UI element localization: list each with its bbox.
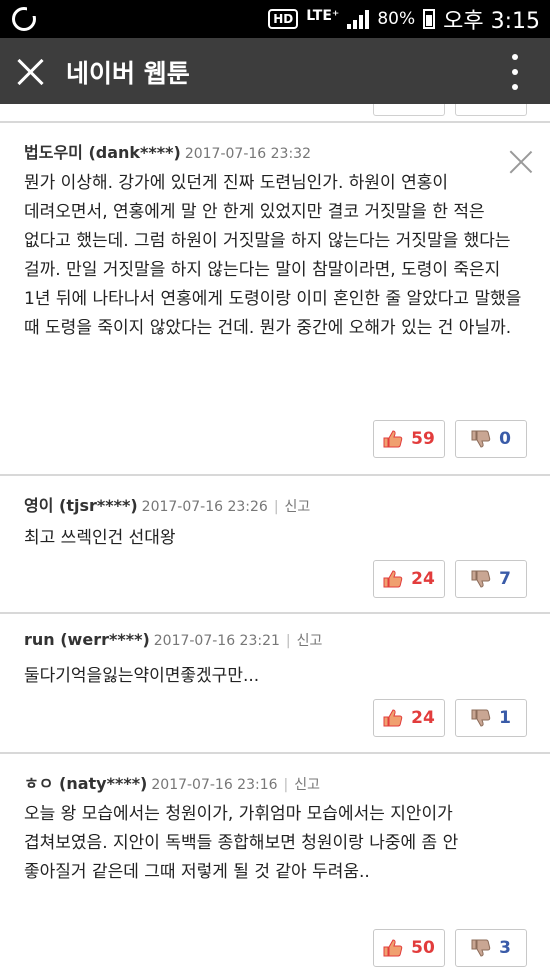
comment-item: ㅎㅇ (naty****) 2017-07-16 23:16 | 신고 오늘 왕 모습… (0, 753, 550, 978)
dislike-button[interactable]: 3 (455, 929, 527, 967)
previous-comment-edge (0, 104, 550, 122)
close-icon[interactable] (16, 58, 44, 86)
thumbs-up-icon (383, 430, 403, 448)
comment-author[interactable]: run (werr****) (24, 630, 150, 649)
clock: 오후 3:15 (443, 9, 540, 34)
dislike-count: 3 (499, 938, 511, 958)
dislike-button[interactable]: 7 (455, 560, 527, 598)
comment-item: 법도우미 (dank****) 2017-07-16 23:32 뭔가 이상해. … (0, 122, 550, 475)
previous-like-button[interactable] (373, 104, 445, 116)
meta-separator: | (283, 777, 289, 793)
app-notification-icon (12, 6, 37, 31)
report-link[interactable]: 신고 (297, 633, 323, 649)
report-link[interactable]: 신고 (294, 777, 320, 793)
comment-meta: 영이 (tjsr****) 2017-07-16 23:26 | 신고 (24, 492, 310, 516)
comment-date: 2017-07-16 23:32 (184, 146, 311, 162)
comment-meta: ㅎㅇ (naty****) 2017-07-16 23:16 | 신고 (24, 770, 320, 794)
more-options-icon[interactable] (512, 54, 520, 90)
dislike-count: 7 (499, 569, 511, 589)
network-type: LTE⁺ (306, 8, 340, 24)
thumbs-down-icon (471, 430, 491, 448)
comment-body: 최고 쓰렉인건 선대왕 (24, 528, 176, 548)
previous-dislike-button[interactable] (455, 104, 527, 116)
thumbs-down-icon (471, 570, 491, 588)
comment-list[interactable]: 법도우미 (dank****) 2017-07-16 23:32 뭔가 이상해. … (0, 104, 550, 978)
thumbs-up-icon (383, 939, 403, 957)
app-title: 네이버 웹툰 (66, 59, 190, 88)
like-button[interactable]: 24 (373, 699, 445, 737)
comment-body: 뭔가 이상해. 강가에 있던게 진짜 도련님인가. 하원이 연홍이 데려오면서,… (24, 173, 522, 338)
comment-item: run (werr****) 2017-07-16 23:21 | 신고 둘다기억을잃… (0, 613, 550, 753)
comment-date: 2017-07-16 23:21 (153, 633, 280, 649)
like-count: 59 (411, 429, 435, 449)
like-button[interactable]: 59 (373, 420, 445, 458)
hd-voice-icon: HD (268, 9, 299, 29)
comment-item: 영이 (tjsr****) 2017-07-16 23:26 | 신고 최고 쓰렉인건… (0, 475, 550, 613)
status-icons: HD LTE⁺ 80% 오후 3:15 (268, 0, 540, 38)
like-button[interactable]: 50 (373, 929, 445, 967)
thumbs-down-icon (471, 939, 491, 957)
meta-separator: | (273, 499, 279, 515)
signal-strength-icon (347, 9, 370, 29)
battery-icon (423, 9, 436, 29)
like-count: 50 (411, 938, 435, 958)
thumbs-up-icon (383, 570, 403, 588)
dislike-count: 1 (499, 708, 511, 728)
comment-meta: 법도우미 (dank****) 2017-07-16 23:32 (24, 139, 311, 163)
thumbs-up-icon (383, 709, 403, 727)
dislike-count: 0 (499, 429, 511, 449)
comment-author[interactable]: 법도우미 (dank****) (24, 143, 181, 162)
dislike-button[interactable]: 1 (455, 699, 527, 737)
app-bar: 네이버 웹툰 (0, 38, 550, 104)
comment-body: 둘다기억을잃는약이면좋겠구만... (24, 666, 260, 686)
thumbs-down-icon (471, 709, 491, 727)
comment-date: 2017-07-16 23:26 (141, 499, 268, 515)
like-button[interactable]: 24 (373, 560, 445, 598)
comment-author[interactable]: ㅎㅇ (naty****) (24, 774, 147, 793)
comment-date: 2017-07-16 23:16 (151, 777, 278, 793)
battery-percent: 80% (377, 9, 416, 29)
like-count: 24 (411, 708, 435, 728)
report-link[interactable]: 신고 (285, 499, 311, 515)
like-count: 24 (411, 569, 435, 589)
status-bar: HD LTE⁺ 80% 오후 3:15 (0, 0, 550, 38)
comment-body: 오늘 왕 모습에서는 청원이가, 가휘엄마 모습에서는 지안이가 겹쳐보였음. … (24, 804, 459, 882)
comment-meta: run (werr****) 2017-07-16 23:21 | 신고 (24, 630, 322, 650)
comment-author[interactable]: 영이 (tjsr****) (24, 496, 138, 515)
dislike-button[interactable]: 0 (455, 420, 527, 458)
meta-separator: | (285, 633, 291, 649)
